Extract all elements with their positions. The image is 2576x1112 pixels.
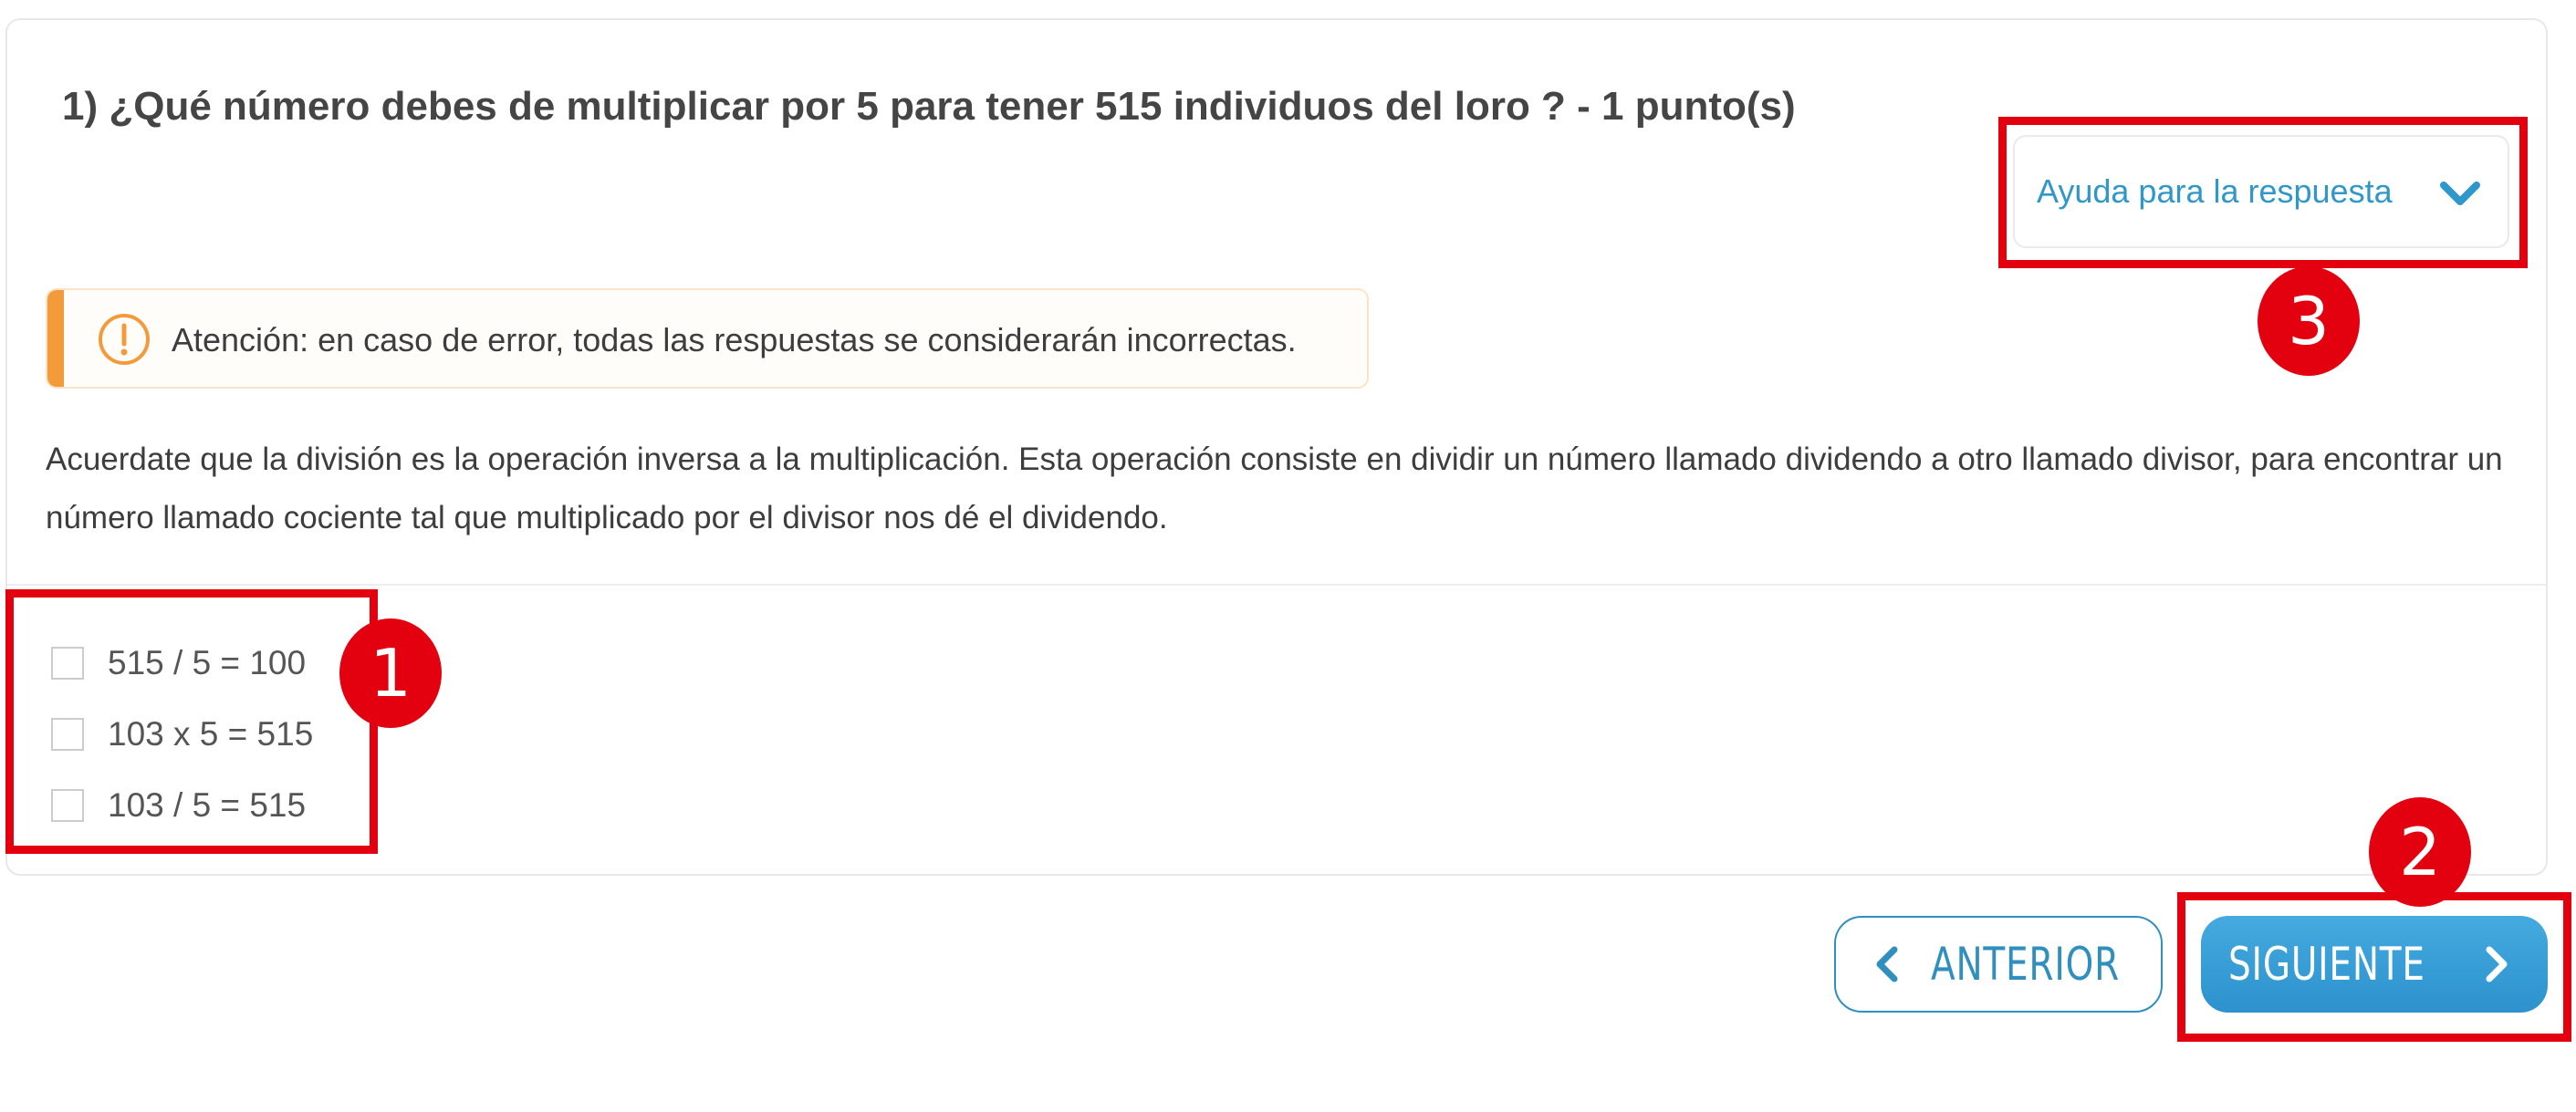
answer-option[interactable]: 103 / 5 = 515 bbox=[51, 770, 313, 841]
help-dropdown[interactable]: Ayuda para la respuesta bbox=[2013, 135, 2509, 248]
exclamation-circle-icon bbox=[99, 314, 150, 365]
next-button[interactable]: SIGUIENTE bbox=[2201, 916, 2548, 1013]
chevron-right-icon bbox=[2486, 946, 2508, 982]
answer-options: 515 / 5 = 100 103 x 5 = 515 103 / 5 = 51… bbox=[51, 628, 313, 841]
annotation-badge-2: 2 bbox=[2369, 797, 2471, 907]
explanation-text: Acuerdate que la división es la operació… bbox=[46, 442, 2503, 535]
answer-checkbox[interactable] bbox=[51, 718, 84, 751]
answer-label: 515 / 5 = 100 bbox=[108, 644, 307, 681]
help-label: Ayuda para la respuesta bbox=[2037, 172, 2393, 210]
next-button-label: SIGUIENTE bbox=[2228, 938, 2425, 991]
chevron-down-icon bbox=[2440, 182, 2480, 205]
question-title: 1) ¿Qué número debes de multiplicar por … bbox=[62, 84, 1796, 129]
previous-button[interactable]: ANTERIOR bbox=[1834, 916, 2163, 1013]
annotation-badge-3: 3 bbox=[2258, 266, 2360, 376]
answer-label: 103 / 5 = 515 bbox=[108, 786, 307, 824]
answer-option[interactable]: 515 / 5 = 100 bbox=[51, 628, 313, 699]
annotation-badge-1: 1 bbox=[339, 618, 442, 728]
chevron-left-icon bbox=[1876, 946, 1898, 982]
previous-button-label: ANTERIOR bbox=[1931, 938, 2120, 991]
answer-option[interactable]: 103 x 5 = 515 bbox=[51, 699, 313, 770]
answer-checkbox[interactable] bbox=[51, 647, 84, 680]
warning-alert: Atención: en caso de error, todas las re… bbox=[46, 288, 1369, 389]
answer-label: 103 x 5 = 515 bbox=[108, 715, 314, 753]
answer-checkbox[interactable] bbox=[51, 789, 84, 822]
divider bbox=[7, 584, 2546, 586]
alert-accent-bar bbox=[47, 290, 64, 387]
alert-text: Atención: en caso de error, todas las re… bbox=[172, 321, 1297, 359]
